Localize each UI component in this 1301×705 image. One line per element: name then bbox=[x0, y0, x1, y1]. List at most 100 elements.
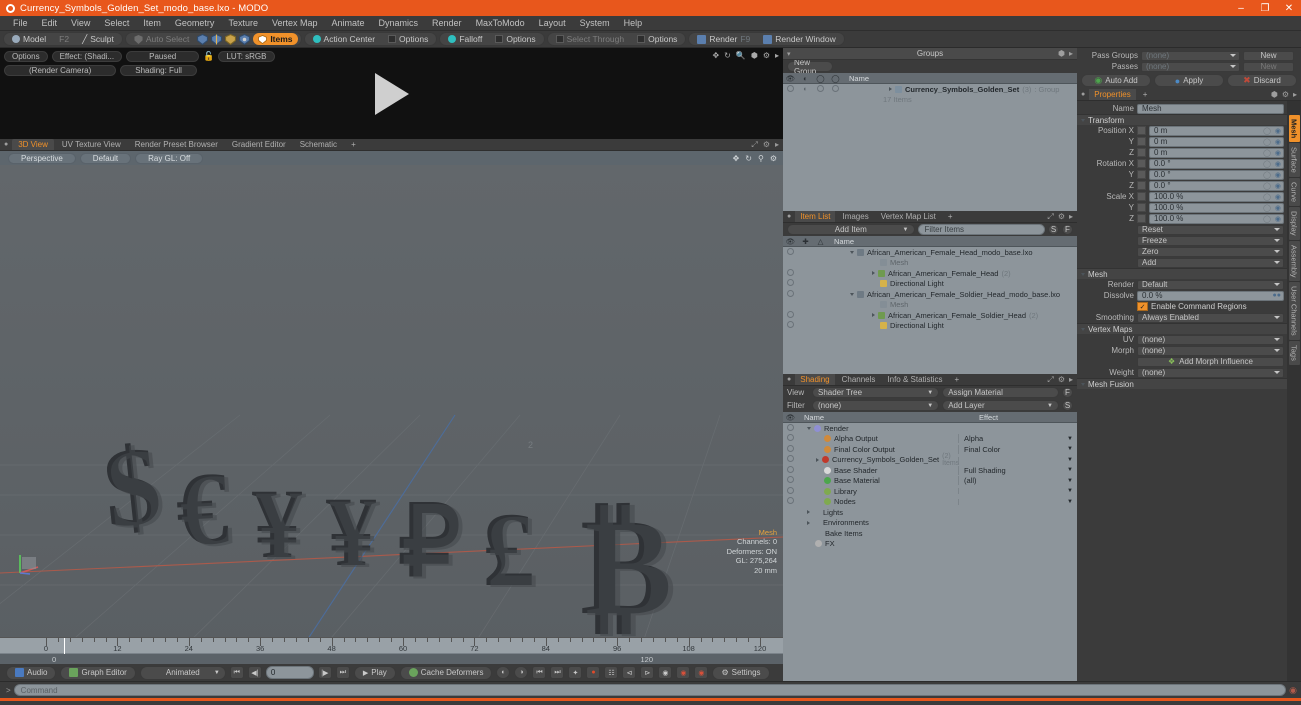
properties-vtab-curve[interactable]: Curve bbox=[1288, 178, 1300, 207]
chevron-down-icon[interactable]: ▼ bbox=[1067, 446, 1073, 452]
viewport-tabstrip-icons[interactable]: ⤢ ⚙ ▸ bbox=[751, 140, 779, 150]
mesh-section-header[interactable]: Mesh bbox=[1077, 268, 1287, 279]
filter-s-button[interactable]: S bbox=[1048, 224, 1059, 235]
tab-properties[interactable]: Properties bbox=[1089, 89, 1136, 100]
transform-section-header[interactable]: Transform bbox=[1077, 114, 1287, 125]
channel-toggle[interactable] bbox=[1137, 192, 1146, 201]
chevron-down-icon[interactable]: ▼ bbox=[1067, 478, 1073, 484]
last-frame-button[interactable]: ⏭ bbox=[335, 666, 350, 679]
currency-symbols-model[interactable]: $ € ¥ ¥ ₽ £ ₿ $ € ¥ ¥ ₽ £ ₿ bbox=[0, 165, 783, 637]
arrow-icon[interactable]: ▸ bbox=[1293, 90, 1297, 99]
row-eye-toggle[interactable] bbox=[783, 476, 798, 485]
gear-icon[interactable]: ⚙ bbox=[763, 51, 770, 60]
row-eye-toggle[interactable] bbox=[783, 247, 798, 257]
menu-dynamics[interactable]: Dynamics bbox=[372, 16, 426, 31]
channel-toggle[interactable] bbox=[1137, 181, 1146, 190]
arrow-icon[interactable]: ▸ bbox=[1069, 49, 1073, 58]
row-eye-toggle[interactable] bbox=[783, 486, 798, 496]
slider-icon[interactable]: ◉ bbox=[1275, 204, 1281, 212]
viewport-control-ray-gl-off[interactable]: Ray GL: Off bbox=[135, 152, 204, 164]
menu-file[interactable]: File bbox=[6, 16, 35, 31]
key-icon[interactable]: ◯ bbox=[1263, 127, 1271, 135]
key-options-button[interactable]: ☷ bbox=[604, 666, 619, 679]
menu-select[interactable]: Select bbox=[97, 16, 136, 31]
row-eye-toggle[interactable] bbox=[783, 279, 798, 288]
properties-vtab-display[interactable]: Display bbox=[1288, 207, 1300, 240]
shader-tree-list[interactable]: Render Alpha Output Alpha ▼ Final Color Outp… bbox=[783, 423, 1077, 681]
record-icon[interactable]: ◉ bbox=[1289, 685, 1297, 696]
select-through-options-button[interactable]: Options bbox=[632, 33, 682, 45]
row-eye-toggle[interactable] bbox=[783, 423, 798, 433]
filter-items-input[interactable]: Filter Items bbox=[917, 224, 1045, 235]
pass-groups-dropdown[interactable]: (none) bbox=[1141, 50, 1240, 61]
edges-icon[interactable] bbox=[211, 33, 223, 45]
menu-render[interactable]: Render bbox=[425, 16, 469, 31]
menu-animate[interactable]: Animate bbox=[324, 16, 371, 31]
falloff-group[interactable]: Falloff Options bbox=[439, 32, 545, 46]
expand-icon[interactable] bbox=[807, 510, 810, 515]
close-button[interactable]: ✕ bbox=[1277, 0, 1301, 16]
key-icon[interactable]: ◯ bbox=[1263, 193, 1271, 201]
slider-icon[interactable]: ◉ bbox=[1275, 182, 1281, 190]
move-icon[interactable]: ✥ bbox=[712, 51, 719, 60]
zoom-icon[interactable]: ⚲ bbox=[758, 154, 764, 163]
properties-tabstrip[interactable]: ● Properties + ⬢ ⚙ ▸ bbox=[1077, 89, 1301, 101]
viewport-tab--[interactable]: + bbox=[345, 139, 362, 150]
slider-icon[interactable]: ◉ bbox=[1275, 127, 1281, 135]
item-list-row[interactable]: Mesh bbox=[783, 300, 1077, 311]
shading-tab-info-statistics[interactable]: Info & Statistics bbox=[882, 374, 947, 385]
viewport-controls[interactable]: Perspective Default Ray GL: Off ✥ ↻ ⚲ ⚙ bbox=[0, 151, 783, 165]
falloff-button[interactable]: Falloff bbox=[443, 33, 487, 45]
falloff-options-button[interactable]: Options bbox=[490, 33, 540, 45]
shader-tree-row[interactable]: Render bbox=[783, 423, 1077, 434]
chevron-down-icon[interactable]: ▼ bbox=[1067, 436, 1073, 442]
shader-tree-row[interactable]: FX bbox=[783, 539, 1077, 550]
preview-lut-button[interactable]: LUT: sRGB bbox=[218, 51, 275, 62]
expand-icon[interactable]: ⤢ bbox=[1047, 375, 1053, 385]
item-list[interactable]: African_American_Female_Head_modo_base.l… bbox=[783, 247, 1077, 374]
menu-help[interactable]: Help bbox=[617, 16, 650, 31]
key-icon[interactable]: ◯ bbox=[1263, 204, 1271, 212]
shader-tree-row[interactable]: Base Material (all) ▼ bbox=[783, 476, 1077, 487]
collapse-icon[interactable] bbox=[807, 426, 811, 430]
preview-shading-button[interactable]: Shading: Full bbox=[120, 65, 197, 76]
channel-b-button[interactable]: ◉ bbox=[676, 666, 691, 679]
row-eye-toggle[interactable] bbox=[783, 268, 798, 278]
command-input[interactable]: Command bbox=[13, 684, 1287, 696]
timeline[interactable]: 0 12 24 36 48 60 72 84 96 120 108 0 120 bbox=[0, 637, 783, 664]
item-list-tab-item-list[interactable]: Item List bbox=[795, 211, 836, 222]
add-morph-influence-button[interactable]: ❖ Add Morph Influence bbox=[1137, 356, 1284, 367]
shading-tabstrip-icons[interactable]: ⤢ ⚙ ▸ bbox=[1047, 375, 1073, 385]
maximize-button[interactable]: ❐ bbox=[1253, 0, 1277, 16]
chevron-down-icon[interactable]: ▼ bbox=[1067, 457, 1073, 463]
transform-input[interactable]: 0 m ◯ ◉ bbox=[1149, 136, 1284, 147]
expand-icon[interactable] bbox=[872, 271, 875, 276]
row-eye-toggle[interactable] bbox=[783, 444, 798, 454]
passes-dropdown[interactable]: (none) bbox=[1141, 61, 1240, 72]
menu-edit[interactable]: Edit bbox=[35, 16, 65, 31]
collapse-icon[interactable] bbox=[850, 292, 854, 296]
ghost-a-button[interactable]: ◐ bbox=[496, 666, 511, 679]
auto-add-button[interactable]: ◉ Auto Add bbox=[1081, 74, 1151, 87]
transform-input[interactable]: 0.0 ° ◯ ◉ bbox=[1149, 158, 1284, 169]
timeline-playhead[interactable] bbox=[64, 638, 65, 654]
shader-tree-row[interactable]: Library ▼ bbox=[783, 486, 1077, 497]
assign-material-button[interactable]: Assign Material bbox=[942, 387, 1059, 398]
ghost-b-button[interactable]: ◑ bbox=[514, 666, 529, 679]
rotate-icon[interactable]: ↻ bbox=[745, 154, 752, 163]
record-button[interactable]: ● bbox=[586, 666, 601, 679]
selection-mode-group[interactable]: Auto Select Items bbox=[124, 32, 302, 46]
sculpt-mode-button[interactable]: ╱ Sculpt bbox=[77, 33, 119, 45]
vertex-maps-section-header[interactable]: Vertex Maps bbox=[1077, 323, 1287, 334]
preview-camera-button[interactable]: (Render Camera) bbox=[4, 65, 117, 76]
item-list-tab--[interactable]: + bbox=[943, 211, 958, 222]
groups-list[interactable]: ◐ Currency_Symbols_Golden_Set (3): Group 17… bbox=[783, 84, 1077, 211]
move-icon[interactable]: ✥ bbox=[733, 154, 740, 163]
action-center-options-button[interactable]: Options bbox=[383, 33, 433, 45]
item-list-row[interactable]: African_American_Female_Head_modo_base.l… bbox=[783, 247, 1077, 258]
vertices-icon[interactable] bbox=[197, 33, 209, 45]
gear-icon[interactable]: ⚙ bbox=[1282, 90, 1289, 99]
chevron-down-icon[interactable]: ▼ bbox=[1067, 488, 1073, 494]
item-list-row[interactable]: Directional Light bbox=[783, 321, 1077, 332]
preview-paused-button[interactable]: Paused bbox=[126, 51, 200, 62]
